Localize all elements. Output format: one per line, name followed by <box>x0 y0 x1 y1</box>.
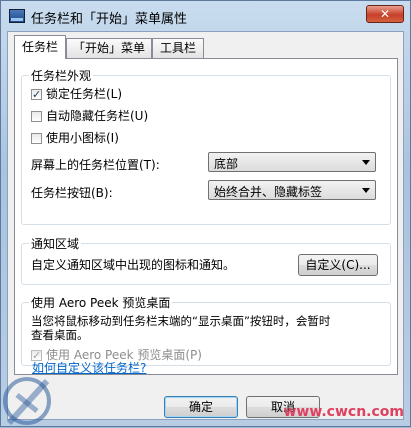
customize-button[interactable]: 自定义(C)... <box>298 254 378 276</box>
notification-group: 通知区域 自定义通知区域中出现的图标和通知。 自定义(C)... <box>21 235 391 285</box>
tab-start-menu[interactable]: 「开始」菜单 <box>66 38 152 58</box>
location-label: 屏幕上的任务栏位置(T): <box>31 158 160 172</box>
taskbar-buttons-value: 始终合并、隐藏标签 <box>214 185 323 199</box>
chevron-down-icon <box>362 160 370 165</box>
checkbox-box <box>31 111 42 122</box>
location-select[interactable]: 底部 <box>208 152 376 172</box>
lock-taskbar-label: 锁定任务栏(L) <box>46 87 123 101</box>
ok-button[interactable]: 确定 <box>164 396 238 418</box>
appearance-group: 任务栏外观 锁定任务栏(L) 自动隐藏任务栏(U) 使用小图标(I) 屏幕上的任… <box>21 67 391 225</box>
checkbox-box <box>31 87 42 103</box>
appearance-legend: 任务栏外观 <box>29 67 94 84</box>
autohide-label: 自动隐藏任务栏(U) <box>46 109 149 123</box>
checkbox-box <box>31 133 42 144</box>
tab-taskbar[interactable]: 任务栏 <box>14 35 66 59</box>
properties-window: 任务栏和「开始」菜单属性 ✕ 任务栏 「开始」菜单 工具栏 任务栏外观 锁定任务… <box>0 0 411 427</box>
buttons-label: 任务栏按钮(B): <box>31 186 113 200</box>
site-watermark-text: www.cwcn.com <box>283 404 404 420</box>
site-watermark-logo <box>3 377 51 426</box>
taskbar-icon <box>9 9 25 23</box>
location-value: 底部 <box>214 157 239 171</box>
small-icons-label: 使用小图标(I) <box>46 131 119 145</box>
aero-peek-description-line2: 查看桌面。 <box>31 328 89 342</box>
title-bar[interactable]: 任务栏和「开始」菜单属性 ✕ <box>1 1 410 31</box>
autohide-checkbox[interactable]: 自动隐藏任务栏(U) <box>31 108 148 124</box>
taskbar-tab-panel: 任务栏外观 锁定任务栏(L) 自动隐藏任务栏(U) 使用小图标(I) 屏幕上的任… <box>14 58 398 375</box>
chevron-down-icon <box>362 188 370 193</box>
aero-peek-legend: 使用 Aero Peek 预览桌面 <box>29 294 173 311</box>
notification-description: 自定义通知区域中出现的图标和通知。 <box>31 258 236 272</box>
small-icons-checkbox[interactable]: 使用小图标(I) <box>31 130 119 146</box>
lock-taskbar-checkbox[interactable]: 锁定任务栏(L) <box>31 86 123 103</box>
taskbar-buttons-select[interactable]: 始终合并、隐藏标签 <box>208 180 376 200</box>
aero-peek-group: 使用 Aero Peek 预览桌面 当您将鼠标移动到任务栏末端的“显示桌面”按钮… <box>21 294 391 366</box>
window-title: 任务栏和「开始」菜单属性 <box>31 12 188 27</box>
close-button[interactable]: ✕ <box>366 5 404 23</box>
notification-legend: 通知区域 <box>29 235 82 252</box>
tab-toolbars[interactable]: 工具栏 <box>152 38 204 58</box>
